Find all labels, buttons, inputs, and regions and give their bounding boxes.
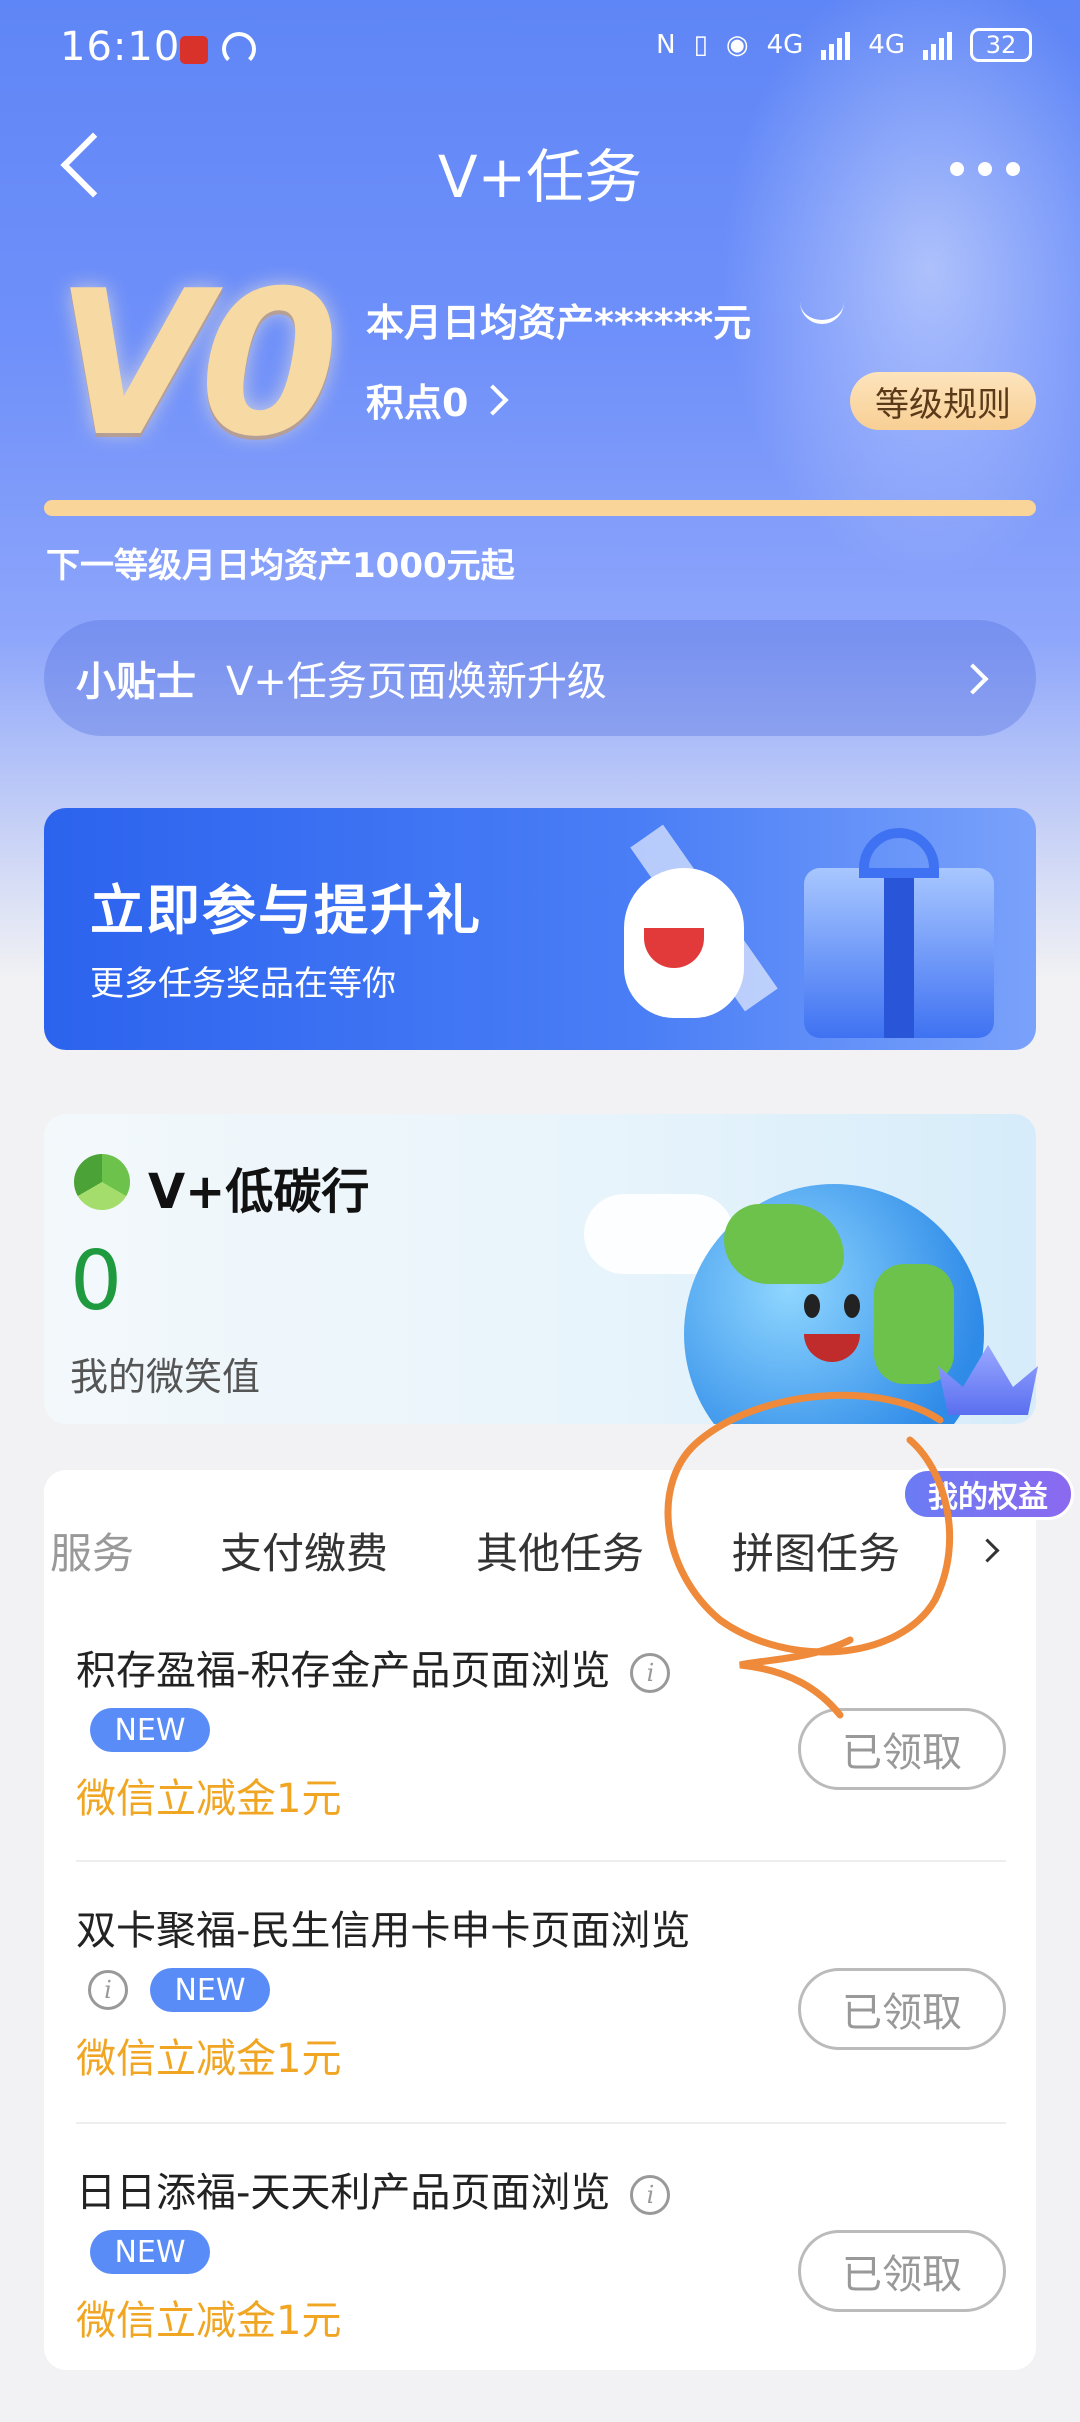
chevron-right-icon xyxy=(477,383,510,416)
mascot-illustration xyxy=(624,868,744,1018)
task-item: 双卡聚福-民生信用卡申卡页面浏览 i NEW 微信立减金1元 已领取 xyxy=(76,1898,1006,2160)
my-perks-button[interactable]: 我的权益 xyxy=(902,1468,1074,1520)
tab-services[interactable]: 服务 xyxy=(50,1520,134,1581)
level-badge: V0 xyxy=(55,248,339,481)
tips-text: V+任务页面焕新升级 xyxy=(226,659,607,705)
vibrate-icon: ▯ xyxy=(693,30,708,60)
claimed-button[interactable]: 已领取 xyxy=(798,1708,1006,1790)
gift-box-illustration xyxy=(804,828,994,1038)
task-reward: 微信立减金1元 xyxy=(76,2036,342,2082)
points-link[interactable]: 积点0 xyxy=(366,372,510,427)
task-reward: 微信立减金1元 xyxy=(76,2298,342,2344)
battery-level: 32 xyxy=(985,31,1017,59)
status-bar: 16:10 N ▯ ◉ 4G 4G 32 xyxy=(0,0,1080,100)
app-notification-icon xyxy=(180,36,208,64)
tab-payments[interactable]: 支付缴费 xyxy=(220,1520,388,1581)
task-reward: 微信立减金1元 xyxy=(76,1776,342,1822)
new-badge: NEW xyxy=(90,2230,210,2274)
task-tabs: 服务 支付缴费 其他任务 拼图任务 xyxy=(44,1520,1036,1590)
tab-puzzle-tasks[interactable]: 拼图任务 xyxy=(732,1520,900,1581)
level-rules-button[interactable]: 等级规则 xyxy=(850,372,1036,430)
task-card: 服务 支付缴费 其他任务 拼图任务 积存盈福-积存金产品页面浏览 i NEW 微信… xyxy=(44,1470,1036,2370)
low-carbon-card[interactable]: V+低碳行 0 我的微笑值 xyxy=(44,1114,1036,1424)
nfc-icon: N xyxy=(656,30,676,60)
speedometer-icon xyxy=(222,32,256,66)
tips-bar[interactable]: 小贴士 V+任务页面焕新升级 xyxy=(44,620,1036,736)
status-time: 16:10 xyxy=(60,24,181,70)
signal-icon-2 xyxy=(923,30,952,60)
level-progress-bar xyxy=(44,500,1036,516)
info-icon[interactable]: i xyxy=(630,1653,671,1693)
network-label-2: 4G xyxy=(868,30,905,60)
tab-other-tasks[interactable]: 其他任务 xyxy=(476,1520,644,1581)
promo-title: 立即参与提升礼 xyxy=(90,879,482,942)
divider xyxy=(76,1860,1006,1862)
next-level-text: 下一等级月日均资产1000元起 xyxy=(46,546,515,586)
claimed-button[interactable]: 已领取 xyxy=(798,1968,1006,2050)
tips-label: 小贴士 xyxy=(76,659,196,705)
smile-value-label: 我的微笑值 xyxy=(70,1355,261,1399)
low-carbon-title: V+低碳行 xyxy=(148,1164,370,1220)
new-badge: NEW xyxy=(90,1708,210,1752)
info-icon[interactable]: i xyxy=(88,1970,128,2010)
battery-icon: 32 xyxy=(970,28,1032,62)
info-icon[interactable]: i xyxy=(630,2175,671,2215)
promo-subtitle: 更多任务奖品在等你 xyxy=(90,964,396,1004)
crown-icon[interactable] xyxy=(928,1335,1048,1425)
new-badge: NEW xyxy=(150,1968,270,2012)
points-text: 积点0 xyxy=(366,381,469,425)
recycle-icon xyxy=(74,1154,130,1210)
asset-text: 本月日均资产******元 xyxy=(366,301,752,345)
chevron-right-icon xyxy=(957,663,989,695)
divider xyxy=(76,2122,1006,2124)
more-icon[interactable] xyxy=(950,162,1020,176)
claimed-button[interactable]: 已领取 xyxy=(798,2230,1006,2312)
task-name: 积存盈福-积存金产品页面浏览 i xyxy=(76,1638,671,1696)
promo-banner[interactable]: 立即参与提升礼 更多任务奖品在等你 xyxy=(44,808,1036,1050)
status-right: N ▯ ◉ 4G 4G 32 xyxy=(656,28,1032,62)
task-item: 日日添福-天天利产品页面浏览 i NEW 微信立减金1元 已领取 xyxy=(76,2160,1006,2422)
signal-icon-1 xyxy=(821,30,851,60)
task-name: 日日添福-天天利产品页面浏览 i xyxy=(76,2160,671,2218)
network-label-1: 4G xyxy=(766,30,804,60)
tabs-scroll-right-icon[interactable] xyxy=(975,1538,1000,1563)
hotspot-icon: ◉ xyxy=(725,30,749,60)
nav-bar: V+任务 xyxy=(0,110,1080,230)
page-title: V+任务 xyxy=(437,143,643,211)
smile-value: 0 xyxy=(70,1234,123,1329)
task-name: 双卡聚福-民生信用卡申卡页面浏览 xyxy=(76,1908,691,1954)
